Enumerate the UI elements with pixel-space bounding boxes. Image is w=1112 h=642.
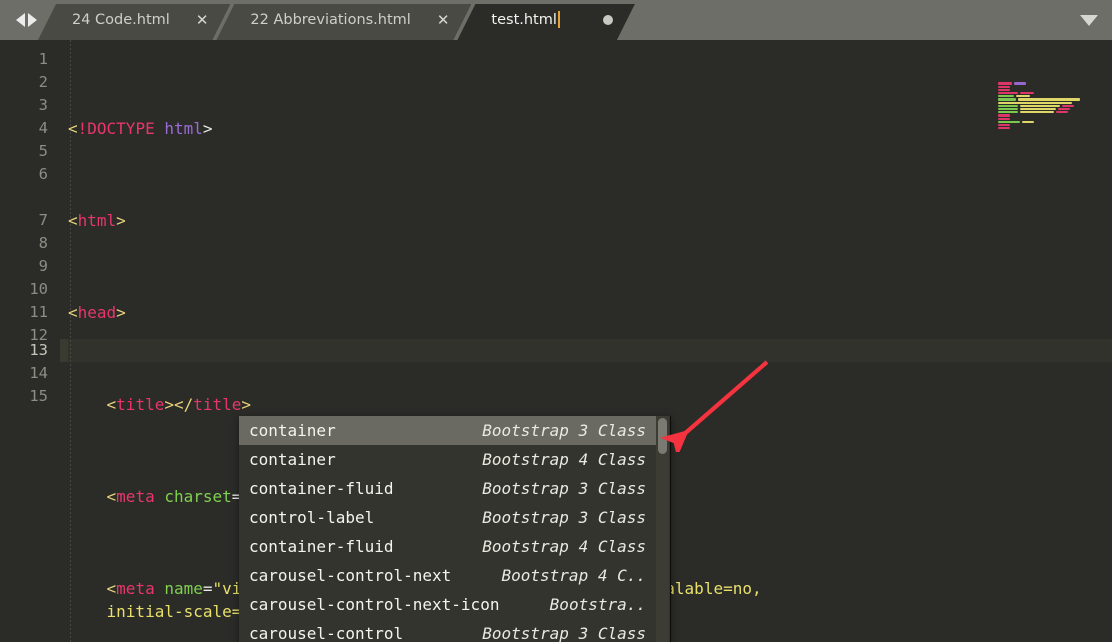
triangle-right-icon[interactable] [27, 13, 37, 27]
minimap-token [1020, 104, 1060, 108]
minimap-token [1014, 82, 1026, 85]
tab-label: 24 Code.html [72, 12, 170, 28]
minimap-token [998, 117, 1010, 120]
autocomplete-item[interactable]: carousel-control-next Bootstrap 4 C.. [239, 561, 656, 590]
code-line-2: <html> [68, 211, 126, 230]
line-number: 1 [38, 50, 48, 68]
code-line-4: <title></title> [106, 395, 252, 414]
line-number-active: 13 [29, 341, 48, 359]
tab-list-menu-button[interactable] [1066, 0, 1112, 40]
line-number: 9 [38, 257, 48, 275]
minimap-token [1062, 104, 1074, 108]
annotation-arrow [660, 360, 769, 452]
autocomplete-item-description: Bootstrap 3 Class [482, 624, 646, 642]
minimap-token [1022, 120, 1034, 123]
minimap-token [1020, 107, 1056, 111]
minimap-token [998, 85, 1010, 88]
autocomplete-item-name: container [249, 421, 336, 440]
line-number: 7 [38, 211, 48, 229]
line-number: 3 [38, 96, 48, 114]
autocomplete-list[interactable]: container Bootstrap 3 Class container Boots… [239, 416, 656, 642]
minimap-line [998, 127, 1104, 130]
chevron-down-icon[interactable] [1080, 14, 1098, 26]
arrow-line [660, 360, 769, 452]
code-line-1: <!DOCTYPE html> [68, 119, 213, 138]
line-number: 15 [29, 387, 48, 405]
line-number: 8 [38, 234, 48, 252]
autocomplete-item[interactable]: container Bootstrap 3 Class [239, 416, 656, 445]
minimap-token [998, 123, 1010, 127]
minimap-token [998, 88, 1010, 92]
line-number: 10 [29, 280, 48, 298]
autocomplete-item-description: Bootstrap 3 Class [482, 508, 646, 527]
autocomplete-item-name: container-fluid [249, 537, 394, 556]
tab-22-abbreviations-html[interactable]: 22 Abbreviations.html ✕ [216, 0, 471, 40]
autocomplete-popup[interactable]: container Bootstrap 3 Class container Boots… [239, 416, 671, 642]
autocomplete-item[interactable]: control-label Bootstrap 3 Class [239, 503, 656, 532]
autocomplete-item-name: control-label [249, 508, 375, 527]
autocomplete-item-description: Bootstrap 3 Class [482, 421, 646, 440]
line-number: 5 [38, 142, 48, 160]
autocomplete-item-name: carousel-control-next-icon [249, 595, 500, 614]
minimap-token [998, 92, 1018, 95]
minimap-token [998, 107, 1018, 111]
code-editor-area[interactable]: 1 2 3 4 5 6 7 8 9 10 11 12 13 14 15 <!DO… [0, 40, 1112, 642]
autocomplete-item-name: container-fluid [249, 479, 394, 498]
line-number: 2 [38, 73, 48, 91]
autocomplete-item-name: carousel-control [249, 624, 404, 642]
autocomplete-item-name: container [249, 450, 336, 469]
tab-bar: 24 Code.html ✕ 22 Abbreviations.html ✕ t… [0, 0, 1112, 40]
minimap-token [998, 127, 1010, 130]
tab-label: test.html [491, 11, 561, 28]
code-minimap[interactable] [998, 82, 1104, 138]
line-number: 6 [38, 165, 48, 183]
minimap-token [998, 98, 1016, 101]
minimap-token [998, 104, 1018, 108]
minimap-token [998, 82, 1012, 85]
autocomplete-item-description: Bootstrap 4 C.. [501, 566, 647, 585]
minimap-token [1058, 107, 1070, 111]
autocomplete-item-description: Bootstra.. [549, 595, 646, 614]
autocomplete-item[interactable]: container Bootstrap 4 Class [239, 445, 656, 474]
minimap-token [1018, 98, 1080, 101]
autocomplete-item-description: Bootstrap 3 Class [482, 479, 646, 498]
triangle-left-icon[interactable] [15, 13, 25, 27]
minimap-token [998, 101, 1072, 104]
autocomplete-item-description: Bootstrap 4 Class [482, 450, 646, 469]
tab-24-code-html[interactable]: 24 Code.html ✕ [38, 0, 230, 40]
minimap-token [1020, 92, 1034, 95]
line-number: 11 [29, 303, 48, 321]
close-icon[interactable]: ✕ [196, 12, 209, 28]
autocomplete-item[interactable]: container-fluid Bootstrap 3 Class [239, 474, 656, 503]
autocomplete-item[interactable]: carousel-control Bootstrap 3 Class [239, 619, 656, 642]
autocomplete-item[interactable]: carousel-control-next-icon Bootstra.. [239, 590, 656, 619]
line-number: 4 [38, 119, 48, 137]
unsaved-indicator-icon[interactable] [602, 15, 613, 25]
code-line-3: <head> [68, 303, 126, 322]
line-number-gutter: 1 2 3 4 5 6 7 8 9 10 11 12 13 14 15 [0, 40, 60, 642]
close-icon[interactable]: ✕ [437, 12, 450, 28]
tab-label: 22 Abbreviations.html [250, 12, 411, 28]
editor-window: 24 Code.html ✕ 22 Abbreviations.html ✕ t… [0, 0, 1112, 642]
minimap-token [998, 120, 1020, 123]
autocomplete-item[interactable]: container-fluid Bootstrap 4 Class [239, 532, 656, 561]
line-number: 14 [29, 364, 48, 382]
autocomplete-item-name: carousel-control-next [249, 566, 452, 585]
autocomplete-item-description: Bootstrap 4 Class [482, 537, 646, 556]
minimap-token [998, 114, 1010, 117]
tab-test-html[interactable]: test.html [457, 0, 634, 40]
